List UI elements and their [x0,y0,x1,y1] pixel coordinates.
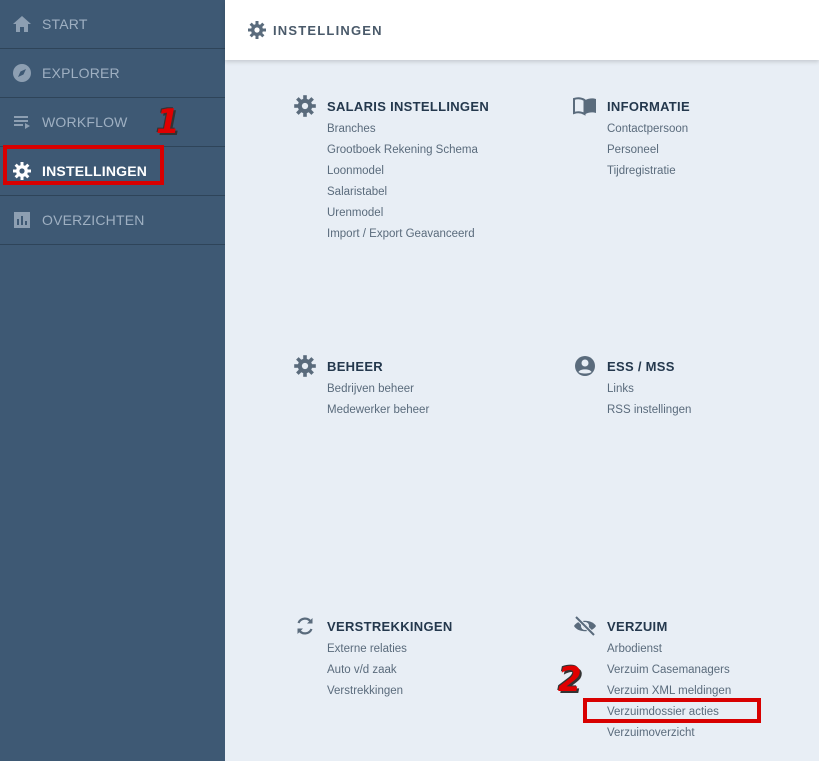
sidebar-item-start[interactable]: START [0,0,225,49]
gear-icon [293,94,317,118]
user-circle-icon [573,354,597,378]
compass-icon [12,63,32,83]
refresh-icon [293,614,317,638]
page-header: INSTELLINGEN [225,0,819,60]
sidebar-item-overzichten[interactable]: OVERZICHTEN [0,196,225,245]
link-verzuimoverzicht[interactable]: Verzuimoverzicht [607,723,819,744]
gear-icon [247,20,267,40]
sidebar: START EXPLORER WORKFLOW INSTELLINGEN OVE… [0,0,225,761]
section-informatie: INFORMATIE Contactpersoon Personeel Tijd… [573,94,819,182]
annotation-box-instellingen [3,145,164,185]
home-icon [12,14,32,34]
annotation-marker-1: 1 [156,102,180,142]
link-import-export[interactable]: Import / Export Geavanceerd [327,224,557,245]
section-verzuim: VERZUIM Arbodienst Verzuim Casemanagers … [574,614,819,744]
link-bedrijven-beheer[interactable]: Bedrijven beheer [327,379,557,400]
link-externe-relaties[interactable]: Externe relaties [327,639,557,660]
annotation-box-verzuimdossier-acties [583,698,761,723]
link-loonmodel[interactable]: Loonmodel [327,161,557,182]
sidebar-item-label: WORKFLOW [42,114,128,130]
bar-chart-icon [12,210,32,230]
link-contactpersoon[interactable]: Contactpersoon [607,119,819,140]
section-verstrekkingen: VERSTREKKINGEN Externe relaties Auto v/d… [297,614,557,702]
link-urenmodel[interactable]: Urenmodel [327,203,557,224]
section-title: INFORMATIE [607,98,690,114]
list-icon [12,112,32,132]
book-icon [573,94,597,118]
link-grootboek-rekening-schema[interactable]: Grootboek Rekening Schema [327,140,557,161]
annotation-marker-2: 2 [558,660,582,700]
link-tijdregistratie[interactable]: Tijdregistratie [607,161,819,182]
section-beheer: BEHEER Bedrijven beheer Medewerker behee… [294,354,557,421]
link-auto-vd-zaak[interactable]: Auto v/d zaak [327,660,557,681]
section-title: VERSTREKKINGEN [327,618,453,634]
link-verstrekkingen[interactable]: Verstrekkingen [327,681,557,702]
link-arbodienst[interactable]: Arbodienst [607,639,819,660]
section-title: BEHEER [327,358,383,374]
gear-icon [293,354,317,378]
section-title: VERZUIM [607,618,668,634]
link-branches[interactable]: Branches [327,119,557,140]
section-salaris-instellingen: SALARIS INSTELLINGEN Branches Grootboek … [294,94,557,245]
sidebar-item-label: EXPLORER [42,65,120,81]
link-salaristabel[interactable]: Salaristabel [327,182,557,203]
eye-off-icon [573,614,597,638]
section-ess-mss: ESS / MSS Links RSS instellingen [575,354,819,421]
section-title: SALARIS INSTELLINGEN [327,98,490,114]
sidebar-item-explorer[interactable]: EXPLORER [0,49,225,98]
sidebar-item-workflow[interactable]: WORKFLOW [0,98,225,147]
sidebar-item-label: OVERZICHTEN [42,212,145,228]
link-medewerker-beheer[interactable]: Medewerker beheer [327,400,557,421]
section-title: ESS / MSS [607,358,675,374]
link-rss-instellingen[interactable]: RSS instellingen [607,400,819,421]
link-personeel[interactable]: Personeel [607,140,819,161]
link-verzuim-casemanagers[interactable]: Verzuim Casemanagers [607,660,819,681]
page-title: INSTELLINGEN [273,22,383,38]
sidebar-item-label: START [42,16,88,32]
link-links[interactable]: Links [607,379,819,400]
